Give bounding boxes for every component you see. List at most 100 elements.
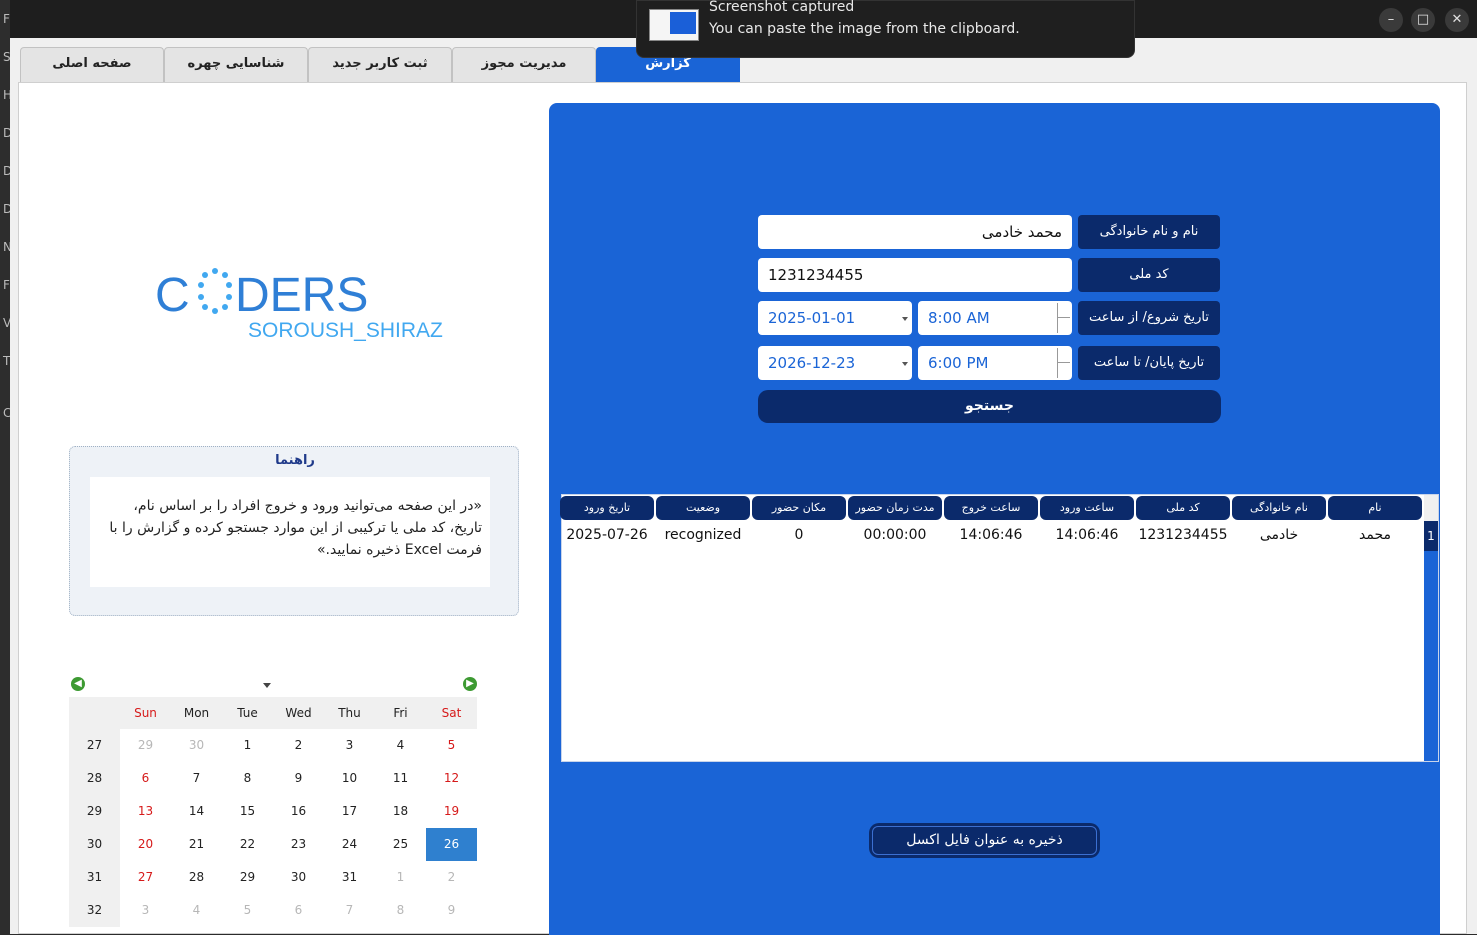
start-date-value: 2025-01-01 bbox=[768, 309, 856, 327]
screenshot-notification[interactable]: Screenshot captured You can paste the im… bbox=[636, 0, 1135, 58]
table-column-header[interactable]: وضعیت bbox=[656, 496, 750, 520]
calendar-day[interactable]: 21 bbox=[171, 828, 222, 861]
calendar-day[interactable]: 9 bbox=[273, 762, 324, 795]
calendar-day[interactable]: 22 bbox=[222, 828, 273, 861]
calendar-day[interactable]: 14 bbox=[171, 795, 222, 828]
end-time-picker[interactable]: 6:00 PM bbox=[918, 346, 1072, 380]
calendar-day[interactable]: 7 bbox=[171, 762, 222, 795]
tab-permissions[interactable]: مدیریت مجوز bbox=[452, 47, 596, 82]
calendar-week-number: 31 bbox=[69, 861, 120, 894]
calendar-next-icon[interactable]: ▶ bbox=[463, 677, 477, 691]
table-cell[interactable]: 1231234455 bbox=[1136, 521, 1230, 549]
notification-body: You can paste the image from the clipboa… bbox=[709, 21, 1020, 37]
calendar-day-header: Wed bbox=[273, 697, 324, 729]
table-column-header[interactable]: نام bbox=[1328, 496, 1422, 520]
calendar-day-header: Tue bbox=[222, 697, 273, 729]
calendar-month-dropdown-icon[interactable] bbox=[263, 683, 271, 688]
calendar-day-selected[interactable]: 26 bbox=[426, 828, 477, 861]
calendar-day[interactable]: 3 bbox=[324, 729, 375, 762]
dropdown-arrow-icon[interactable] bbox=[902, 362, 908, 366]
maximize-button[interactable]: □ bbox=[1411, 8, 1435, 32]
search-button[interactable]: جستجو bbox=[758, 390, 1221, 423]
calendar-day[interactable]: 8 bbox=[375, 894, 426, 927]
calendar-day[interactable]: 17 bbox=[324, 795, 375, 828]
calendar-day[interactable]: 7 bbox=[324, 894, 375, 927]
calendar-day-header: Mon bbox=[171, 697, 222, 729]
calendar-day[interactable]: 6 bbox=[273, 894, 324, 927]
calendar-day[interactable]: 11 bbox=[375, 762, 426, 795]
table-cell[interactable]: recognized bbox=[656, 521, 750, 549]
calendar-day[interactable]: 15 bbox=[222, 795, 273, 828]
table-cell[interactable]: 00:00:00 bbox=[848, 521, 942, 549]
calendar-day[interactable]: 2 bbox=[426, 861, 477, 894]
name-input[interactable]: محمد خادمی bbox=[758, 215, 1072, 249]
calendar-day[interactable]: 28 bbox=[171, 861, 222, 894]
tab-home[interactable]: صفحه اصلی bbox=[20, 47, 164, 82]
calendar-day[interactable]: 3 bbox=[120, 894, 171, 927]
calendar-day[interactable]: 31 bbox=[324, 861, 375, 894]
calendar-week-number: 27 bbox=[69, 729, 120, 762]
table-column-header[interactable]: تاریخ ورود bbox=[560, 496, 654, 520]
calendar-day[interactable]: 10 bbox=[324, 762, 375, 795]
spinner-icon[interactable] bbox=[1057, 348, 1070, 378]
calendar-day[interactable]: 27 bbox=[120, 861, 171, 894]
minimize-button[interactable]: – bbox=[1379, 8, 1403, 32]
table-cell[interactable]: 14:06:46 bbox=[944, 521, 1038, 549]
calendar-day[interactable]: 5 bbox=[222, 894, 273, 927]
calendar-day[interactable]: 1 bbox=[222, 729, 273, 762]
start-time-picker[interactable]: 8:00 AM bbox=[918, 301, 1072, 335]
table-column-header[interactable]: ساعت خروج bbox=[944, 496, 1038, 520]
calendar-day[interactable]: 4 bbox=[171, 894, 222, 927]
calendar-day[interactable]: 18 bbox=[375, 795, 426, 828]
tab-face-recognition[interactable]: شناسایی چهره bbox=[164, 47, 308, 82]
calendar-day[interactable]: 4 bbox=[375, 729, 426, 762]
national-id-input[interactable]: 1231234455 bbox=[758, 258, 1072, 292]
calendar-prev-icon[interactable]: ◀ bbox=[71, 677, 85, 691]
table-cell[interactable]: خادمی bbox=[1232, 521, 1326, 549]
row-index[interactable]: 1 bbox=[1424, 521, 1438, 551]
table-column-header[interactable]: نام خانوادگی bbox=[1232, 496, 1326, 520]
tab-new-user[interactable]: ثبت کاربر جدید bbox=[308, 47, 452, 82]
save-excel-button[interactable]: ذخیره به عنوان فایل اکسل bbox=[869, 823, 1100, 858]
calendar-day[interactable]: 6 bbox=[120, 762, 171, 795]
calendar-day[interactable]: 23 bbox=[273, 828, 324, 861]
calendar-day[interactable]: 2 bbox=[273, 729, 324, 762]
start-time-value: 8:00 AM bbox=[928, 309, 990, 327]
save-excel-label: ذخیره به عنوان فایل اکسل bbox=[872, 826, 1097, 855]
guide-title: راهنما bbox=[270, 447, 320, 475]
calendar-day[interactable]: 5 bbox=[426, 729, 477, 762]
table-column-header[interactable]: مکان حضور bbox=[752, 496, 846, 520]
calendar-day[interactable]: 29 bbox=[120, 729, 171, 762]
close-button[interactable]: ✕ bbox=[1445, 8, 1469, 32]
calendar-day[interactable]: 19 bbox=[426, 795, 477, 828]
calendar-day[interactable]: 12 bbox=[426, 762, 477, 795]
calendar-day[interactable]: 1 bbox=[375, 861, 426, 894]
table-column-header[interactable]: کد ملی bbox=[1136, 496, 1230, 520]
calendar-day[interactable]: 8 bbox=[222, 762, 273, 795]
table-cell[interactable]: 14:06:46 bbox=[1040, 521, 1134, 549]
table-column-header[interactable]: مدت زمان حضور bbox=[848, 496, 942, 520]
calendar-day[interactable]: 16 bbox=[273, 795, 324, 828]
calendar-day[interactable]: 13 bbox=[120, 795, 171, 828]
bg-letter: F bbox=[3, 12, 10, 26]
table-column-header[interactable]: ساعت ورود bbox=[1040, 496, 1134, 520]
table-cell[interactable]: محمد bbox=[1328, 521, 1422, 549]
calendar-day[interactable]: 9 bbox=[426, 894, 477, 927]
calendar-day[interactable]: 30 bbox=[273, 861, 324, 894]
table-cell[interactable]: 0 bbox=[752, 521, 846, 549]
notification-title: Screenshot captured bbox=[709, 0, 855, 15]
dropdown-arrow-icon[interactable] bbox=[902, 317, 908, 321]
start-date-picker[interactable]: 2025-01-01 bbox=[758, 301, 912, 335]
calendar-day[interactable]: 25 bbox=[375, 828, 426, 861]
table-corner bbox=[1424, 495, 1438, 521]
calendar-day[interactable]: 20 bbox=[120, 828, 171, 861]
table-cell[interactable]: 2025-07-26 bbox=[560, 521, 654, 549]
calendar-week-number: 28 bbox=[69, 762, 120, 795]
end-date-picker[interactable]: 2026-12-23 bbox=[758, 346, 912, 380]
calendar-day[interactable]: 30 bbox=[171, 729, 222, 762]
calendar-day[interactable]: 24 bbox=[324, 828, 375, 861]
spinner-icon[interactable] bbox=[1057, 303, 1070, 333]
calendar-day[interactable]: 29 bbox=[222, 861, 273, 894]
logo-letter: C bbox=[155, 269, 190, 322]
calendar-week-number: 30 bbox=[69, 828, 120, 861]
